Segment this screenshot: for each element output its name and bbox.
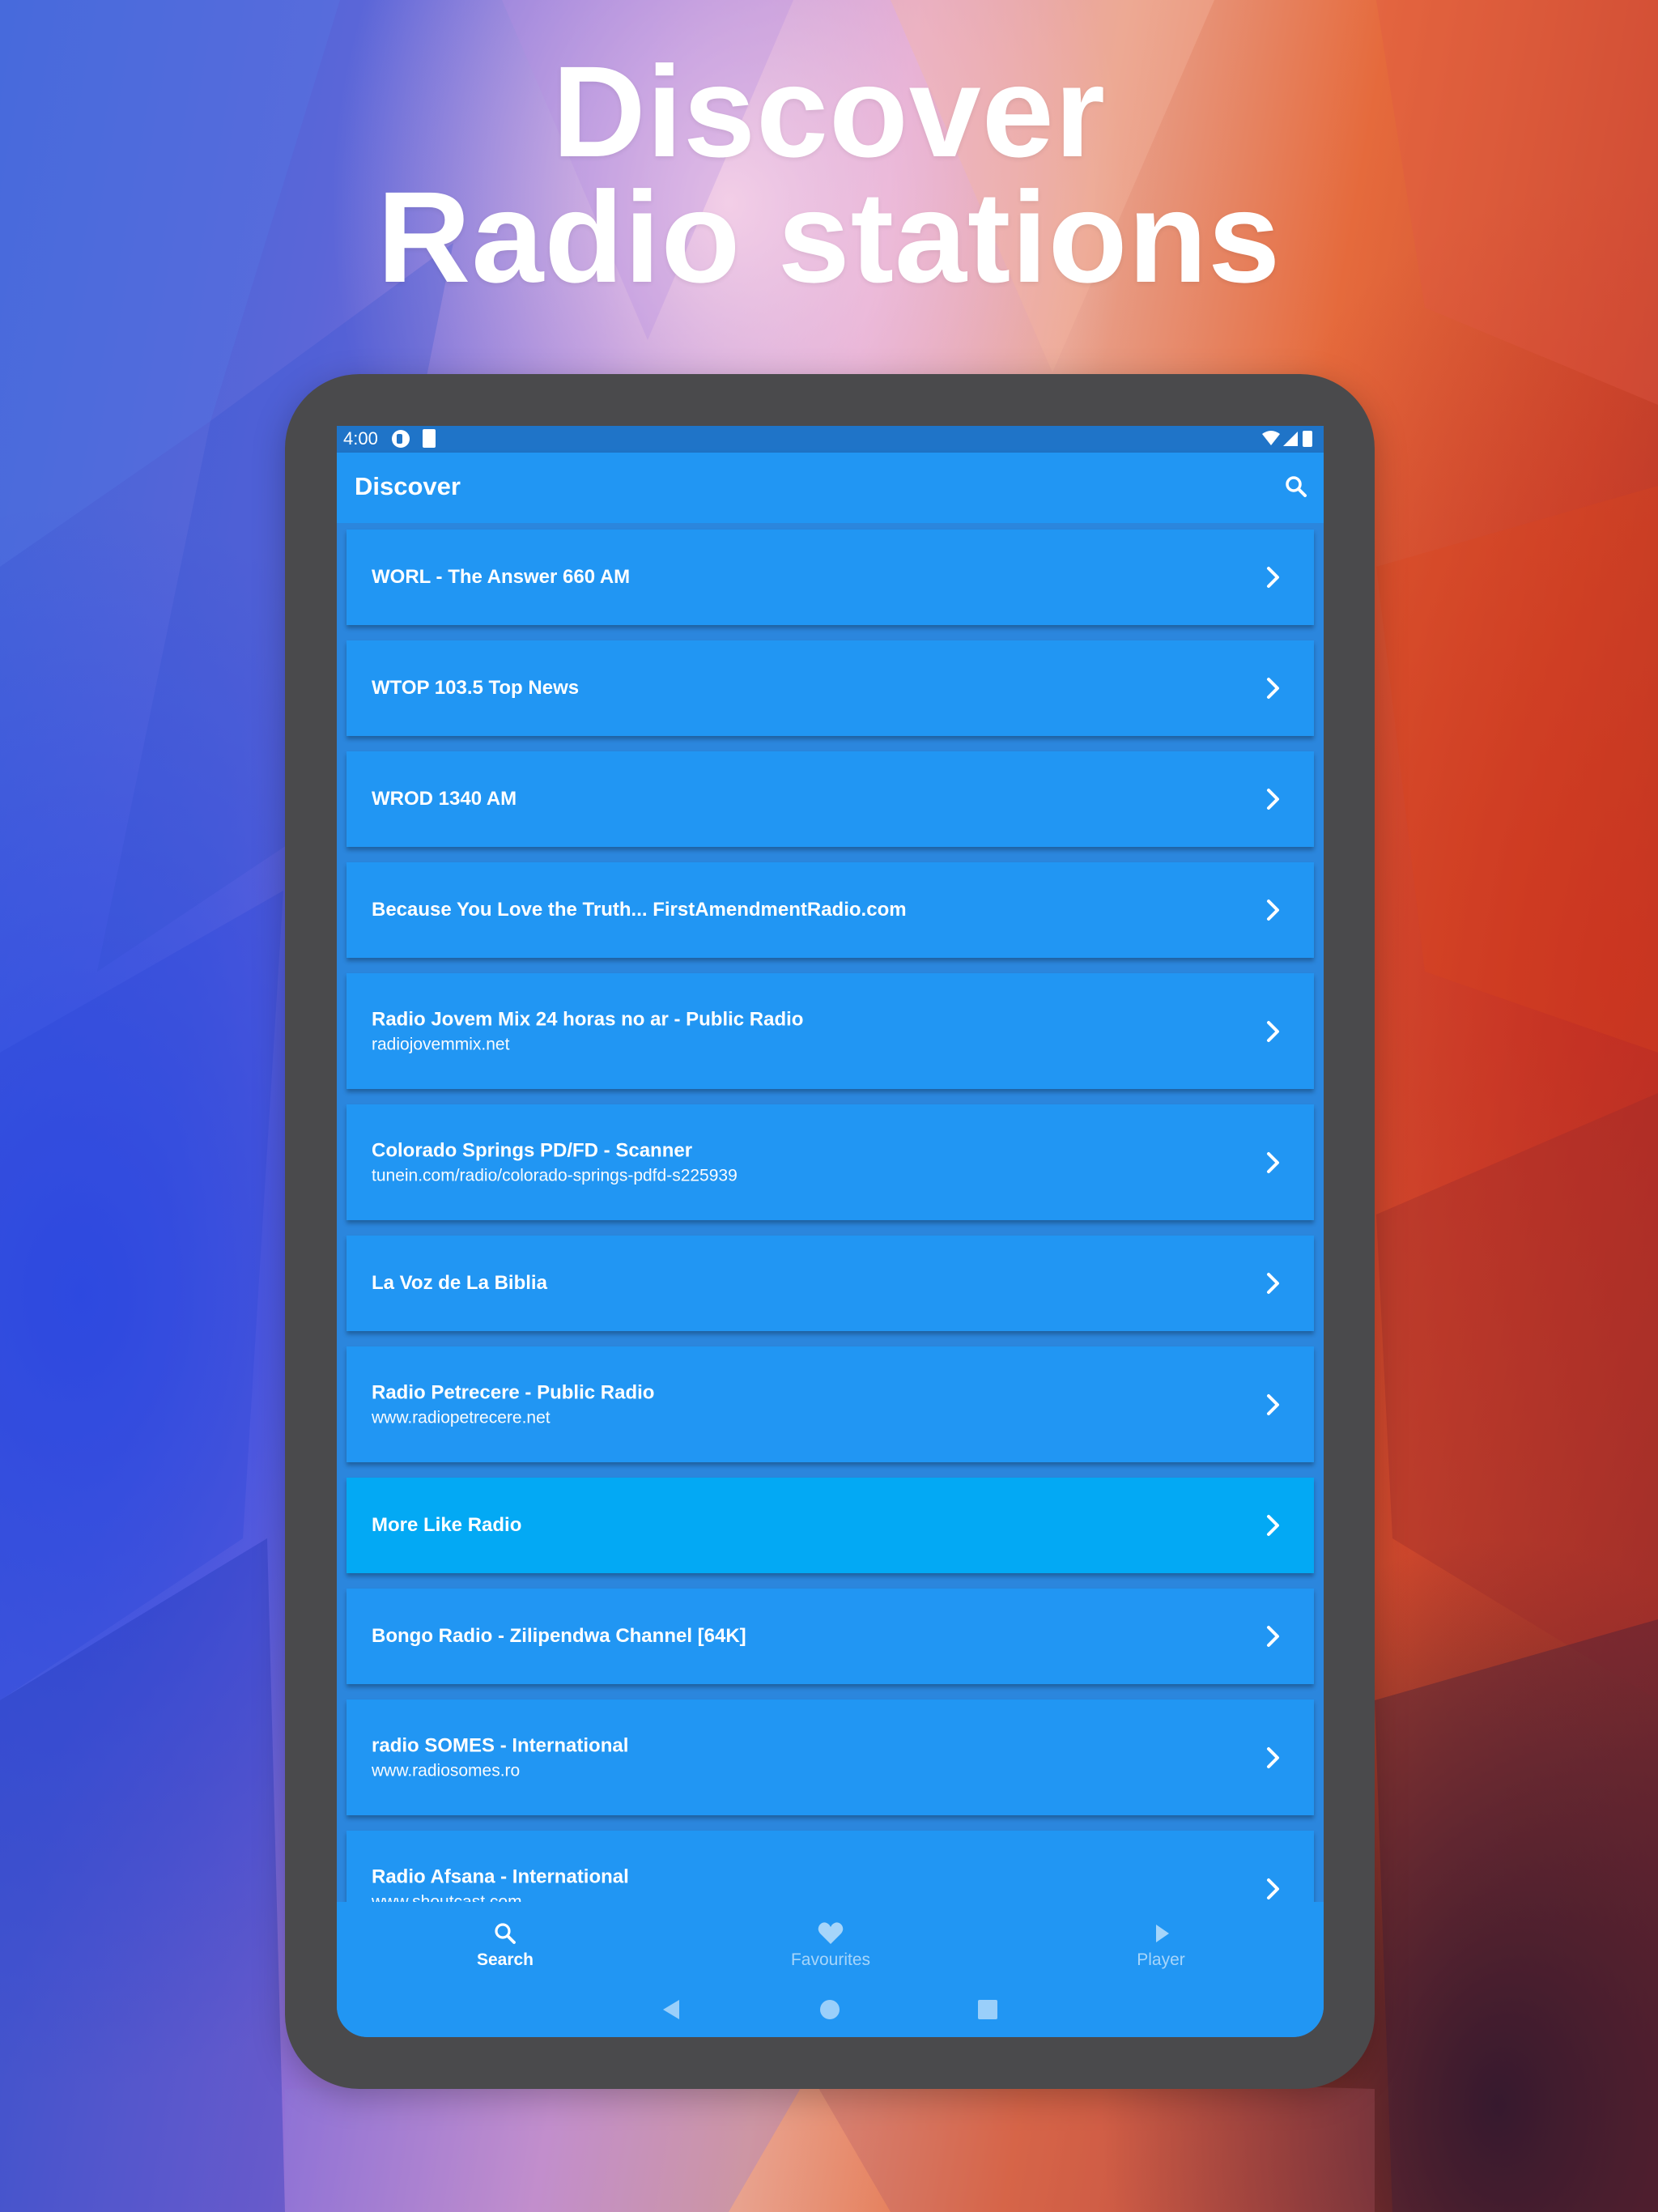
station-subtitle: tunein.com/radio/colorado-springs-pdfd-s… bbox=[372, 1166, 738, 1185]
status-time: 4:00 bbox=[343, 428, 378, 449]
station-title: WTOP 103.5 Top News bbox=[372, 677, 580, 699]
station-card[interactable]: radio SOMES - International www.radiosome… bbox=[346, 1699, 1314, 1815]
status-bar: 4:00 bbox=[337, 426, 1324, 453]
station-title: Radio Afsana - International bbox=[372, 1865, 629, 1887]
chevron-right-icon bbox=[1267, 678, 1279, 699]
station-title: More Like Radio bbox=[372, 1514, 522, 1536]
battery-icon bbox=[1303, 431, 1312, 447]
search-icon bbox=[495, 1923, 516, 1944]
station-title: WROD 1340 AM bbox=[372, 788, 517, 810]
station-text: More Like Radio bbox=[372, 1514, 1241, 1537]
station-text: WORL - The Answer 660 AM bbox=[372, 566, 1241, 589]
station-text: WTOP 103.5 Top News bbox=[372, 677, 1241, 700]
station-text: Colorado Springs PD/FD - Scanner tunein.c… bbox=[372, 1139, 1241, 1185]
nav-search-label: Search bbox=[476, 1950, 534, 1969]
tablet-frame: 4:00 Discover WORL - The Answer 660 AM WT… bbox=[285, 374, 1375, 2089]
station-card[interactable]: Bongo Radio - Zilipendwa Channel [64K] bbox=[346, 1589, 1314, 1684]
wifi-icon bbox=[1262, 431, 1280, 445]
headline: Discover Radio stations bbox=[0, 39, 1658, 309]
app-bar: Discover bbox=[337, 453, 1324, 523]
headline-line-1: Discover bbox=[552, 39, 1106, 184]
chevron-right-icon bbox=[1267, 900, 1279, 921]
station-card[interactable]: Radio Afsana - International www.shoutcas… bbox=[346, 1831, 1314, 1902]
nav-favourites-label: Favourites bbox=[790, 1950, 871, 1969]
station-title: Because You Love the Truth... FirstAmend… bbox=[372, 899, 907, 921]
station-text: La Voz de La Biblia bbox=[372, 1272, 1241, 1295]
signal-icon bbox=[1283, 432, 1298, 446]
device-screen: 4:00 Discover WORL - The Answer 660 AM WT… bbox=[337, 426, 1324, 2037]
play-icon bbox=[1156, 1925, 1169, 1942]
station-card[interactable]: WTOP 103.5 Top News bbox=[346, 640, 1314, 736]
chevron-right-icon bbox=[1267, 1393, 1279, 1415]
station-card[interactable]: Because You Love the Truth... FirstAmend… bbox=[346, 862, 1314, 958]
chevron-right-icon bbox=[1267, 1878, 1279, 1899]
station-text: WROD 1340 AM bbox=[372, 788, 1241, 810]
station-card[interactable]: More Like Radio bbox=[346, 1478, 1314, 1573]
app-bar-title: Discover bbox=[355, 472, 461, 500]
station-text: Radio Petrecere - Public Radio www.radiop… bbox=[372, 1381, 1241, 1427]
station-title: Radio Petrecere - Public Radio bbox=[372, 1381, 655, 1403]
nav-search[interactable]: Search bbox=[424, 1920, 586, 1976]
headline-line-2: Radio stations bbox=[376, 164, 1282, 309]
station-list[interactable]: WORL - The Answer 660 AM WTOP 103.5 Top N… bbox=[337, 523, 1324, 1902]
station-subtitle: radiojovemmix.net bbox=[372, 1035, 510, 1053]
station-subtitle: www.radiosomes.ro bbox=[372, 1761, 521, 1780]
station-title: Bongo Radio - Zilipendwa Channel [64K] bbox=[372, 1625, 746, 1647]
chevron-right-icon bbox=[1267, 789, 1279, 810]
nav-favourites[interactable]: Favourites bbox=[750, 1920, 912, 1976]
chevron-right-icon bbox=[1267, 1515, 1279, 1536]
search-icon[interactable] bbox=[1278, 469, 1316, 506]
station-card[interactable]: WROD 1340 AM bbox=[346, 751, 1314, 847]
chevron-right-icon bbox=[1267, 1746, 1279, 1768]
station-subtitle: www.radiopetrecere.net bbox=[372, 1408, 551, 1427]
station-text: Because You Love the Truth... FirstAmend… bbox=[372, 899, 1241, 921]
heart-icon bbox=[818, 1922, 844, 1944]
station-title: Colorado Springs PD/FD - Scanner bbox=[372, 1139, 693, 1161]
station-card[interactable]: Colorado Springs PD/FD - Scanner tunein.c… bbox=[346, 1104, 1314, 1220]
station-card[interactable]: Radio Petrecere - Public Radio www.radiop… bbox=[346, 1346, 1314, 1462]
nav-player-label: Player bbox=[1137, 1950, 1185, 1969]
station-text: Radio Afsana - International www.shoutcas… bbox=[372, 1865, 1241, 1902]
station-title: radio SOMES - International bbox=[372, 1734, 629, 1756]
notification-icon bbox=[392, 430, 410, 448]
chevron-right-icon bbox=[1267, 1151, 1279, 1173]
station-title: WORL - The Answer 660 AM bbox=[372, 566, 631, 588]
chevron-right-icon bbox=[1267, 1273, 1279, 1294]
station-title: La Voz de La Biblia bbox=[372, 1272, 547, 1294]
chevron-right-icon bbox=[1267, 1626, 1279, 1647]
chevron-right-icon bbox=[1267, 1020, 1279, 1042]
station-text: Bongo Radio - Zilipendwa Channel [64K] bbox=[372, 1625, 1241, 1648]
chevron-right-icon bbox=[1267, 567, 1279, 588]
status-indicators bbox=[1262, 431, 1312, 447]
recents-icon[interactable] bbox=[974, 1996, 1001, 2023]
station-text: Radio Jovem Mix 24 horas no ar - Public … bbox=[372, 1008, 1241, 1054]
home-icon[interactable] bbox=[816, 1996, 844, 2023]
station-card[interactable]: WORL - The Answer 660 AM bbox=[346, 530, 1314, 625]
nav-player[interactable]: Player bbox=[1080, 1920, 1242, 1976]
back-icon[interactable] bbox=[658, 1996, 686, 2023]
sd-card-icon bbox=[423, 429, 436, 448]
station-card[interactable]: Radio Jovem Mix 24 horas no ar - Public … bbox=[346, 973, 1314, 1089]
station-text: radio SOMES - International www.radiosome… bbox=[372, 1734, 1241, 1780]
station-card[interactable]: La Voz de La Biblia bbox=[346, 1236, 1314, 1331]
bottom-navigation: Search Favourites Player bbox=[337, 1902, 1324, 2037]
station-subtitle: www.shoutcast.com bbox=[372, 1892, 522, 1902]
station-title: Radio Jovem Mix 24 horas no ar - Public … bbox=[372, 1008, 804, 1030]
